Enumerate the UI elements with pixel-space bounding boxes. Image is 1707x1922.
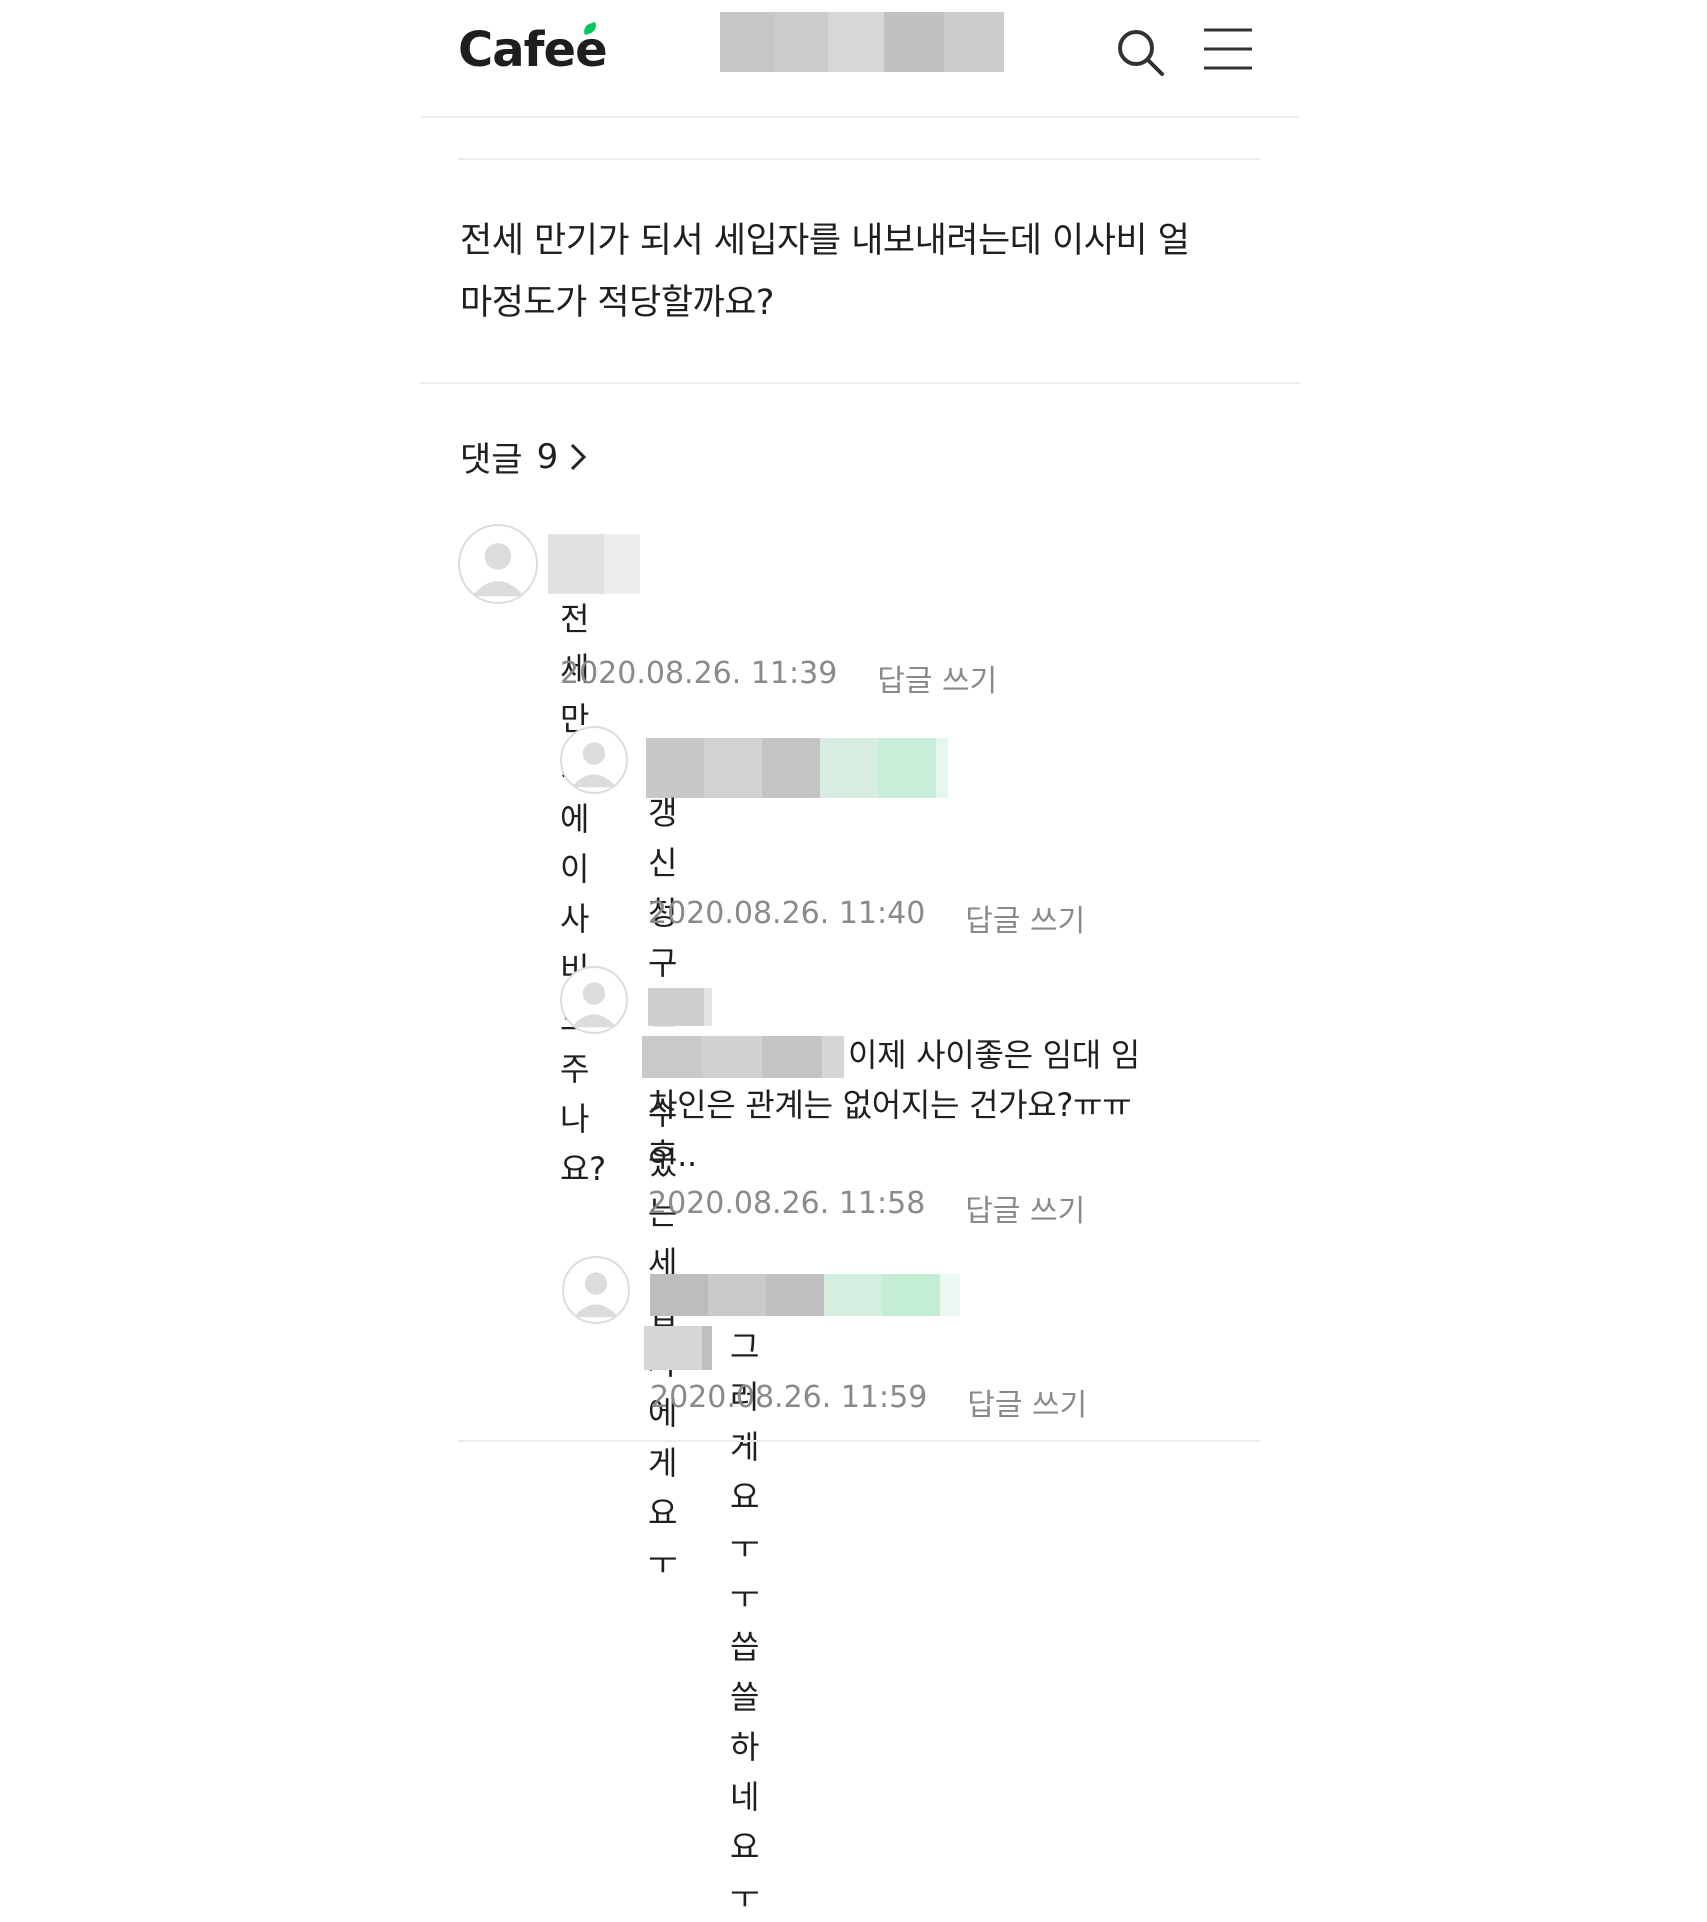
comment-text-line: ㅜ — [648, 1544, 678, 1582]
blur-segment — [720, 12, 774, 72]
comment-text-line: 후.. — [648, 1136, 697, 1174]
comment-meta: 2020.08.26. 11:39 답글 쓰기 — [560, 656, 997, 700]
avatar[interactable] — [560, 726, 628, 794]
commenter-name-blurred — [646, 738, 948, 798]
blur-segment — [824, 1274, 882, 1316]
commenter-name-blurred — [548, 534, 640, 594]
blur-segment — [936, 738, 948, 798]
user-icon — [571, 742, 617, 788]
blur-segment — [708, 1274, 766, 1316]
blur-segment — [820, 738, 878, 798]
commenter-name-blurred — [650, 1274, 960, 1316]
blur-segment — [704, 738, 762, 798]
blur-segment — [704, 988, 712, 1026]
cafe-logo[interactable]: Cafee — [458, 21, 608, 78]
blur-segment — [644, 1326, 702, 1370]
section-divider — [420, 382, 1300, 384]
comment-meta: 2020.08.26. 11:40 답글 쓰기 — [648, 896, 1085, 940]
comment-text-line: 이제 사이좋은 임대 임 — [848, 1036, 1140, 1074]
menu-icon[interactable] — [1202, 26, 1254, 72]
blur-segment — [940, 1274, 960, 1316]
cafe-article-page: Cafee 전세 만기가 되서 세입자를 내보내려는데 이사비 얼 마정도가 적… — [420, 0, 1300, 1916]
blur-segment — [878, 738, 936, 798]
user-icon — [471, 543, 525, 597]
blur-segment — [548, 534, 604, 594]
comment-count: 9 — [536, 436, 559, 477]
blur-segment — [828, 12, 884, 72]
blur-segment — [774, 12, 828, 72]
search-icon[interactable] — [1114, 26, 1166, 78]
blur-segment — [882, 1274, 940, 1316]
comment-text-line: 차인은 관계는 없어지는 건가요?ㅠㅠ — [648, 1086, 1132, 1124]
comment-date: 2020.08.26. 11:39 — [560, 656, 838, 691]
blur-segment — [604, 534, 640, 594]
reply-button[interactable]: 답글 쓰기 — [967, 1380, 1087, 1424]
comments-label: 댓글 — [460, 440, 523, 480]
post-title-line: 전세 만기가 되서 세입자를 내보내려는데 이사비 얼 — [460, 221, 1190, 261]
divider — [458, 1440, 1260, 1442]
comment-date: 2020.08.26. 11:58 — [648, 1186, 926, 1221]
mention-blurred — [644, 1326, 712, 1370]
top-header: Cafee — [420, 0, 1300, 118]
blur-segment — [884, 12, 944, 72]
user-icon — [573, 1272, 619, 1318]
avatar[interactable] — [458, 524, 538, 604]
chevron-right-icon — [571, 443, 587, 470]
blur-segment — [762, 738, 820, 798]
comment-date: 2020.08.26. 11:40 — [648, 896, 926, 931]
avatar[interactable] — [560, 966, 628, 1034]
blur-segment — [648, 988, 704, 1026]
blur-segment — [702, 1326, 712, 1370]
commenter-name-blurred — [648, 988, 712, 1026]
post-title: 전세 만기가 되서 세입자를 내보내려는데 이사비 얼 마정도가 적당할까요? — [460, 210, 1260, 334]
comment-date: 2020.08.26. 11:59 — [650, 1380, 928, 1415]
reply-button[interactable]: 답글 쓰기 — [877, 656, 997, 700]
avatar[interactable] — [562, 1256, 630, 1324]
comment-text: 이제 사이좋은 임대 임 차인은 관계는 없어지는 건가요?ㅠㅠ 후.. — [648, 1030, 1208, 1180]
blur-segment — [944, 12, 1004, 72]
user-icon — [571, 982, 617, 1028]
logo-text: Cafe — [458, 22, 576, 78]
blur-segment — [766, 1274, 824, 1316]
comment-meta: 2020.08.26. 11:58 답글 쓰기 — [648, 1186, 1085, 1230]
blur-segment — [650, 1274, 708, 1316]
comment-meta: 2020.08.26. 11:59 답글 쓰기 — [650, 1380, 1087, 1424]
cafe-name-blurred — [720, 12, 1004, 72]
divider — [458, 158, 1260, 160]
reply-button[interactable]: 답글 쓰기 — [965, 896, 1085, 940]
logo-accent: e — [575, 21, 608, 78]
post-title-line: 마정도가 적당할까요? — [460, 283, 775, 323]
comments-link[interactable]: 댓글 9 — [460, 432, 588, 481]
reply-button[interactable]: 답글 쓰기 — [965, 1186, 1085, 1230]
leaf-icon — [581, 21, 599, 36]
